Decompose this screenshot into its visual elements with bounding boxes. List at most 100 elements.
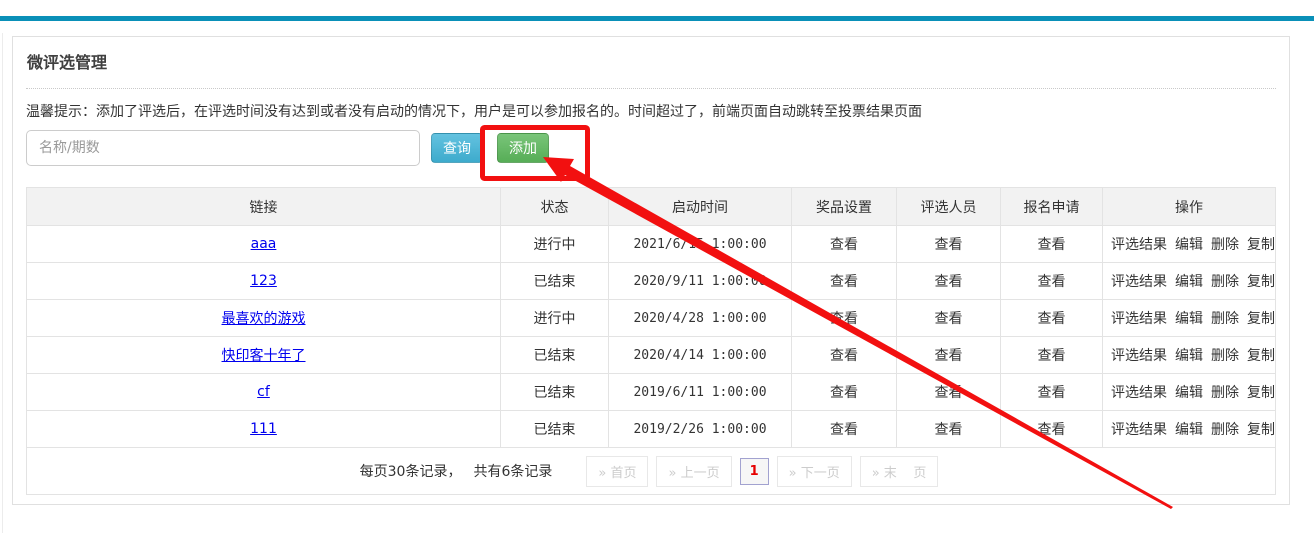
- action-copy-link[interactable]: 复制: [1247, 422, 1275, 438]
- row-actions-cell: 评选结果编辑删除复制: [1103, 337, 1276, 374]
- action-edit-link[interactable]: 编辑: [1175, 348, 1203, 364]
- column-header-prizes: 奖品设置: [792, 188, 897, 226]
- view-prizes-link[interactable]: 查看: [830, 274, 858, 290]
- action-copy-link[interactable]: 复制: [1247, 311, 1275, 327]
- content-left-border: [2, 33, 3, 533]
- page: 微评选管理 温馨提示：添加了评选后，在评选时间没有达到或者没有启动的情况下，用户…: [0, 0, 1314, 533]
- view-prizes-link[interactable]: 查看: [830, 311, 858, 327]
- row-status: 已结束: [501, 374, 609, 411]
- action-delete-link[interactable]: 删除: [1211, 237, 1239, 253]
- row-link[interactable]: aaa: [251, 236, 277, 252]
- view-applications-link[interactable]: 查看: [1038, 348, 1066, 364]
- column-header-link: 链接: [27, 188, 501, 226]
- page-title: 微评选管理: [27, 49, 107, 73]
- action-delete-link[interactable]: 删除: [1211, 311, 1239, 327]
- total-count-text: 共有6条记录: [473, 461, 552, 481]
- row-start-time: 2019/6/11 1:00:00: [609, 374, 792, 411]
- column-header-judges: 评选人员: [897, 188, 1001, 226]
- row-actions-cell: 评选结果编辑删除复制: [1103, 226, 1276, 263]
- action-result-link[interactable]: 评选结果: [1111, 422, 1167, 438]
- view-judges-link[interactable]: 查看: [935, 274, 963, 290]
- row-start-time: 2020/9/11 1:00:00: [609, 263, 792, 300]
- row-start-time: 2021/6/15 1:00:00: [609, 226, 792, 263]
- table-row: cf 已结束 2019/6/11 1:00:00 查看 查看 查看 评选结果编辑…: [27, 374, 1276, 411]
- action-copy-link[interactable]: 复制: [1247, 385, 1275, 401]
- action-delete-link[interactable]: 删除: [1211, 385, 1239, 401]
- view-judges-link[interactable]: 查看: [935, 348, 963, 364]
- view-prizes-link[interactable]: 查看: [830, 348, 858, 364]
- action-result-link[interactable]: 评选结果: [1111, 385, 1167, 401]
- search-input[interactable]: [26, 130, 420, 166]
- row-status: 已结束: [501, 263, 609, 300]
- title-divider: [26, 88, 1276, 89]
- row-link[interactable]: cf: [257, 384, 270, 400]
- table-row: 快印客十年了 已结束 2020/4/14 1:00:00 查看 查看 查看 评选…: [27, 337, 1276, 374]
- view-applications-link[interactable]: 查看: [1038, 274, 1066, 290]
- row-link[interactable]: 111: [250, 421, 277, 437]
- action-copy-link[interactable]: 复制: [1247, 348, 1275, 364]
- action-edit-link[interactable]: 编辑: [1175, 385, 1203, 401]
- view-prizes-link[interactable]: 查看: [830, 237, 858, 253]
- row-start-time: 2019/2/26 1:00:00: [609, 411, 792, 448]
- row-actions-cell: 评选结果编辑删除复制: [1103, 374, 1276, 411]
- pagination-first-button[interactable]: » 首页: [586, 456, 648, 487]
- action-copy-link[interactable]: 复制: [1247, 237, 1275, 253]
- pagination: 每页30条记录， 共有6条记录 » 首页 » 上一页 1 » 下一页 » 末 页: [31, 456, 1271, 487]
- view-judges-link[interactable]: 查看: [935, 237, 963, 253]
- action-edit-link[interactable]: 编辑: [1175, 311, 1203, 327]
- action-copy-link[interactable]: 复制: [1247, 274, 1275, 290]
- table-row: 123 已结束 2020/9/11 1:00:00 查看 查看 查看 评选结果编…: [27, 263, 1276, 300]
- column-header-applications: 报名申请: [1001, 188, 1103, 226]
- action-result-link[interactable]: 评选结果: [1111, 311, 1167, 327]
- column-header-start-time: 启动时间: [609, 188, 792, 226]
- action-delete-link[interactable]: 删除: [1211, 274, 1239, 290]
- pagination-last-button[interactable]: » 末 页: [860, 456, 939, 487]
- view-prizes-link[interactable]: 查看: [830, 422, 858, 438]
- row-status: 已结束: [501, 411, 609, 448]
- action-delete-link[interactable]: 删除: [1211, 422, 1239, 438]
- view-applications-link[interactable]: 查看: [1038, 422, 1066, 438]
- column-header-status: 状态: [501, 188, 609, 226]
- view-judges-link[interactable]: 查看: [935, 385, 963, 401]
- column-header-actions: 操作: [1103, 188, 1276, 226]
- row-actions-cell: 评选结果编辑删除复制: [1103, 263, 1276, 300]
- view-applications-link[interactable]: 查看: [1038, 385, 1066, 401]
- query-button[interactable]: 查询: [431, 133, 483, 163]
- table-row: aaa 进行中 2021/6/15 1:00:00 查看 查看 查看 评选结果编…: [27, 226, 1276, 263]
- action-result-link[interactable]: 评选结果: [1111, 274, 1167, 290]
- pagination-current-page[interactable]: 1: [740, 458, 769, 485]
- table-row: 111 已结束 2019/2/26 1:00:00 查看 查看 查看 评选结果编…: [27, 411, 1276, 448]
- view-applications-link[interactable]: 查看: [1038, 311, 1066, 327]
- top-accent-bar: [0, 16, 1314, 21]
- add-button[interactable]: 添加: [497, 133, 549, 163]
- row-start-time: 2020/4/28 1:00:00: [609, 300, 792, 337]
- pagination-prev-button[interactable]: » 上一页: [656, 456, 731, 487]
- view-judges-link[interactable]: 查看: [935, 311, 963, 327]
- action-edit-link[interactable]: 编辑: [1175, 237, 1203, 253]
- row-status: 已结束: [501, 337, 609, 374]
- view-prizes-link[interactable]: 查看: [830, 385, 858, 401]
- action-edit-link[interactable]: 编辑: [1175, 274, 1203, 290]
- action-result-link[interactable]: 评选结果: [1111, 237, 1167, 253]
- row-actions-cell: 评选结果编辑删除复制: [1103, 300, 1276, 337]
- view-judges-link[interactable]: 查看: [935, 422, 963, 438]
- per-page-text: 每页30条记录，: [360, 461, 462, 481]
- table-body: aaa 进行中 2021/6/15 1:00:00 查看 查看 查看 评选结果编…: [27, 226, 1276, 448]
- hint-text: 温馨提示：添加了评选后，在评选时间没有达到或者没有启动的情况下，用户是可以参加报…: [26, 101, 922, 121]
- table-row: 最喜欢的游戏 进行中 2020/4/28 1:00:00 查看 查看 查看 评选…: [27, 300, 1276, 337]
- row-link[interactable]: 快印客十年了: [222, 348, 306, 364]
- row-status: 进行中: [501, 300, 609, 337]
- action-delete-link[interactable]: 删除: [1211, 348, 1239, 364]
- row-actions-cell: 评选结果编辑删除复制: [1103, 411, 1276, 448]
- micro-vote-management-panel: 微评选管理 温馨提示：添加了评选后，在评选时间没有达到或者没有启动的情况下，用户…: [12, 36, 1290, 505]
- table-header-row: 链接 状态 启动时间 奖品设置 评选人员 报名申请 操作: [27, 188, 1276, 226]
- row-link[interactable]: 123: [250, 273, 277, 289]
- pagination-row: 每页30条记录， 共有6条记录 » 首页 » 上一页 1 » 下一页 » 末 页: [27, 448, 1276, 495]
- pagination-next-button[interactable]: » 下一页: [777, 456, 852, 487]
- row-status: 进行中: [501, 226, 609, 263]
- row-link[interactable]: 最喜欢的游戏: [222, 311, 306, 327]
- view-applications-link[interactable]: 查看: [1038, 237, 1066, 253]
- campaign-table: 链接 状态 启动时间 奖品设置 评选人员 报名申请 操作 aaa 进行中 202…: [26, 187, 1276, 495]
- action-edit-link[interactable]: 编辑: [1175, 422, 1203, 438]
- action-result-link[interactable]: 评选结果: [1111, 348, 1167, 364]
